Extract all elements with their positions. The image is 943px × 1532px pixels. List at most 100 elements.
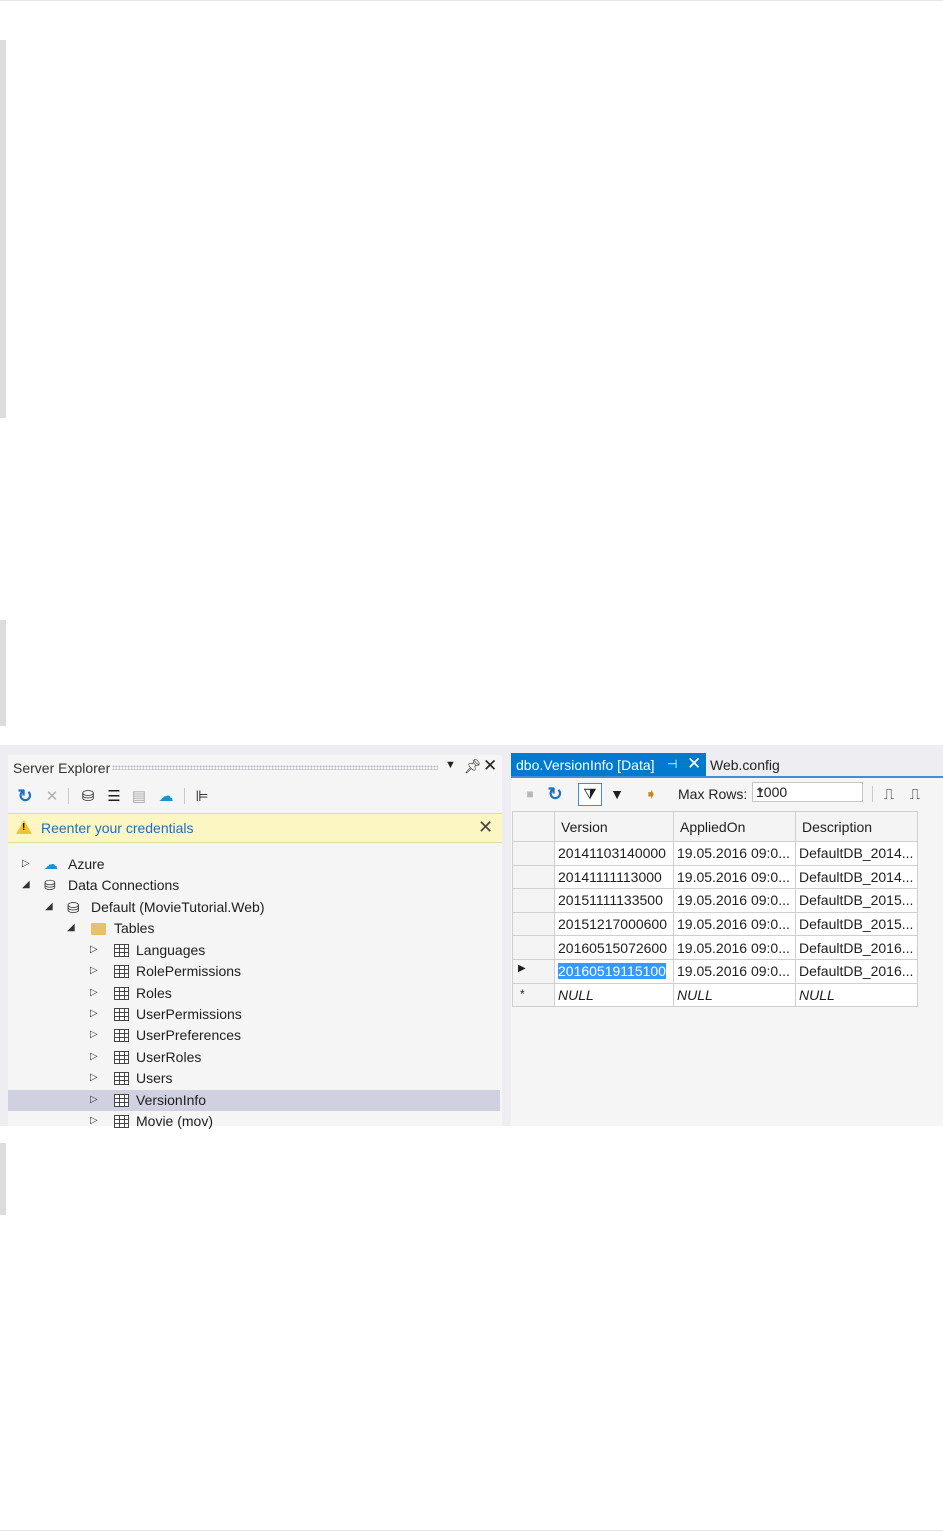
tree-node-data-connections[interactable]: ◢ ⛁ Data Connections — [8, 875, 502, 896]
grid-cell[interactable]: 19.05.2016 09:0... — [673, 911, 796, 937]
export-icon[interactable]: ⎍ — [879, 784, 899, 804]
max-rows-select[interactable]: 1000 ▼ — [752, 782, 863, 802]
server-explorer-panel: Server Explorer ▼ 📌︎ ✕ ↻ ✕ ⛁ ☰ ▤ ☁ ⊫ ! R… — [8, 755, 502, 1129]
row-header[interactable] — [512, 864, 555, 890]
expand-arrow-icon[interactable]: ▷ — [90, 1029, 98, 1040]
grid-cell[interactable]: 20141111113000 — [554, 864, 674, 890]
tree-node-table[interactable]: ▷ UserPreferences — [8, 1025, 502, 1046]
tree-node-table[interactable]: ▷ UserRoles — [8, 1047, 502, 1068]
tree-node-label: Movie (mov) — [136, 1113, 214, 1129]
grid-cell[interactable]: 20151111133500 — [554, 888, 674, 913]
expand-arrow-icon[interactable]: ▷ — [90, 1094, 98, 1105]
dropdown-icon[interactable]: ▼ — [445, 759, 456, 771]
stop-icon[interactable]: ✕ — [42, 786, 62, 806]
grid-cell[interactable]: DefaultDB_2016... — [795, 958, 918, 984]
grid-cell[interactable]: DefaultDB_2014... — [795, 864, 918, 890]
column-header-description[interactable]: Description — [795, 811, 918, 842]
stop-icon[interactable]: ■ — [520, 784, 540, 804]
expand-arrow-icon[interactable]: ▷ — [90, 1051, 98, 1062]
tree-node-table[interactable]: ▷ Movie (mov) — [8, 1111, 502, 1132]
tree-node-default-connection[interactable]: ◢ ⛁ Default (MovieTutorial.Web) — [8, 897, 502, 918]
reenter-credentials-link[interactable]: Reenter your credentials — [41, 820, 194, 836]
grid-cell[interactable]: NULL — [554, 982, 674, 1008]
filter-icon[interactable]: ▼ — [607, 784, 627, 804]
table-row: 20141111113000 19.05.2016 09:0... Defaul… — [512, 864, 918, 890]
tree-node-tables[interactable]: ◢ Tables — [8, 918, 502, 939]
column-header-version[interactable]: Version — [554, 811, 674, 842]
table-icon — [114, 1115, 129, 1128]
pin-icon[interactable]: 📌︎ — [464, 758, 482, 775]
row-header[interactable] — [512, 888, 555, 913]
grid-cell[interactable]: 19.05.2016 09:0... — [673, 864, 796, 890]
grid-cell[interactable]: DefaultDB_2016... — [795, 935, 918, 960]
tree-node-label: UserRoles — [136, 1049, 202, 1065]
warning-icon: ! — [16, 820, 32, 834]
tree-node-table[interactable]: ▷ Users — [8, 1068, 502, 1089]
tab-versioninfo-data[interactable]: dbo.VersionInfo [Data] ⊣ ✕ — [511, 753, 706, 776]
row-header-corner[interactable] — [512, 811, 555, 842]
tree-node-table[interactable]: ▷ Roles — [8, 983, 502, 1004]
row-header[interactable] — [512, 841, 555, 866]
expand-arrow-icon[interactable]: ▷ — [90, 1072, 98, 1083]
grid-cell[interactable]: 20160515072600 — [554, 935, 674, 960]
column-header-appliedon[interactable]: AppliedOn — [673, 811, 796, 842]
apply-filter-icon[interactable]: ⧩ — [578, 783, 602, 806]
refresh-icon[interactable]: ↻ — [545, 784, 565, 804]
table-icon — [114, 1072, 129, 1085]
grid-cell[interactable]: DefaultDB_2015... — [795, 911, 918, 937]
grid-cell[interactable]: 20151217000600 — [554, 911, 674, 937]
import-icon[interactable]: ⎍ — [905, 784, 925, 804]
table-icon — [114, 987, 129, 1000]
grid-cell[interactable]: NULL — [673, 982, 796, 1008]
expand-arrow-icon[interactable]: ▷ — [90, 965, 98, 976]
row-header[interactable]: * — [512, 982, 555, 1008]
grid-cell[interactable]: 19.05.2016 09:0... — [673, 888, 796, 913]
properties-icon[interactable]: ⊫ — [192, 786, 212, 806]
refresh-icon[interactable]: ↻ — [15, 786, 35, 806]
tree-node-table[interactable]: ▷ Languages — [8, 940, 502, 961]
grid-cell[interactable]: DefaultDB_2015... — [795, 888, 918, 913]
tree-node-table[interactable]: ▷ RolePermissions — [8, 961, 502, 982]
row-header[interactable] — [512, 935, 555, 960]
tree-node-table[interactable]: ▷ UserPermissions — [8, 1004, 502, 1025]
tree-node-azure[interactable]: ▷ ☁ Azure — [8, 854, 502, 875]
connect-server-icon[interactable]: ☰ — [104, 786, 124, 806]
grid-cell[interactable]: 19.05.2016 09:0... — [673, 841, 796, 866]
tree-node-label: Default (MovieTutorial.Web) — [91, 899, 265, 915]
table-row: 20151111133500 19.05.2016 09:0... Defaul… — [512, 888, 918, 913]
expand-arrow-icon[interactable]: ▷ — [90, 1115, 98, 1126]
collapse-arrow-icon[interactable]: ◢ — [67, 922, 75, 933]
grid-header-row: Version AppliedOn Description — [512, 811, 918, 842]
tree-node-table-selected[interactable]: ▷ VersionInfo — [8, 1090, 500, 1111]
top-border — [0, 0, 943, 1]
grid-cell[interactable]: 19.05.2016 09:0... — [673, 935, 796, 960]
grid-cell[interactable]: 19.05.2016 09:0... — [673, 958, 796, 984]
row-header[interactable] — [512, 911, 555, 937]
folder-icon — [91, 923, 106, 935]
pin-icon[interactable]: ⊣ — [667, 757, 677, 771]
grid-cell[interactable]: 20141103140000 — [554, 841, 674, 866]
expand-arrow-icon[interactable]: ▷ — [90, 987, 98, 998]
azure-connect-icon[interactable]: ☁ — [156, 786, 176, 806]
collapse-arrow-icon[interactable]: ◢ — [45, 901, 53, 912]
drag-grip[interactable] — [112, 765, 438, 770]
expand-arrow-icon[interactable]: ▷ — [90, 944, 98, 955]
selected-cell-text: 20160519115100 — [558, 963, 666, 980]
expand-arrow-icon[interactable]: ▷ — [90, 1008, 98, 1019]
expand-arrow-icon[interactable]: ▷ — [22, 858, 30, 869]
close-icon[interactable]: ✕ — [483, 756, 497, 776]
connect-database-icon[interactable]: ⛁ — [78, 786, 98, 806]
script-icon[interactable]: ➧ — [641, 784, 661, 804]
row-header[interactable]: ▶ — [512, 958, 555, 984]
grid-cell-selected[interactable]: 20160519115100 — [554, 958, 674, 984]
table-row: 20151217000600 19.05.2016 09:0... Defaul… — [512, 911, 918, 937]
table-data-window: dbo.VersionInfo [Data] ⊣ ✕ Web.config ■ … — [511, 753, 943, 1126]
grid-cell[interactable]: DefaultDB_2014... — [795, 841, 918, 866]
collapse-arrow-icon[interactable]: ◢ — [22, 879, 30, 890]
tab-web-config[interactable]: Web.config — [710, 757, 780, 773]
close-icon[interactable]: ✕ — [687, 754, 701, 774]
grid-cell[interactable]: NULL — [795, 982, 918, 1008]
panel-splitter[interactable] — [502, 745, 511, 1126]
close-icon[interactable]: ✕ — [478, 817, 493, 838]
sharepoint-icon[interactable]: ▤ — [129, 786, 149, 806]
